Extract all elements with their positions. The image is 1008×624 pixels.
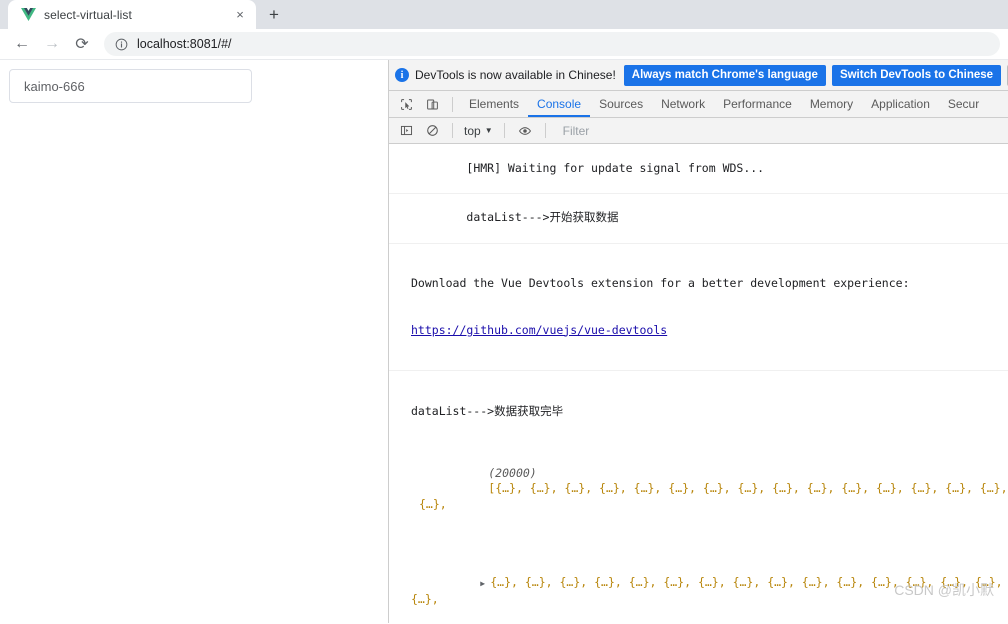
console-message-hmr: [HMR] Waiting for update signal from WDS… <box>389 144 1008 194</box>
array-preview-row-2: {…}, {…}, {…}, {…}, {…}, {…}, {…}, {…}, … <box>411 575 1003 606</box>
console-context-selector[interactable]: top ▼ <box>460 124 497 138</box>
web-page-content <box>0 60 389 623</box>
devtools-tab-network[interactable]: Network <box>652 91 714 117</box>
browser-chrome: select-virtual-list × + ← → ⟳ localhost:… <box>0 0 1008 60</box>
console-message-list[interactable]: [HMR] Waiting for update signal from WDS… <box>389 144 1008 623</box>
devtools-panel: i DevTools is now available in Chinese! … <box>389 60 1008 623</box>
devtools-tab-elements[interactable]: Elements <box>460 91 528 117</box>
toolbar-divider <box>452 96 453 112</box>
browser-toolbar: ← → ⟳ localhost:8081/#/ <box>0 29 1008 60</box>
back-button[interactable]: ← <box>8 30 36 58</box>
console-message-datalist-done: dataList--->数据获取完毕 (20000) [{…}, {…}, {…… <box>389 371 1008 623</box>
devtools-tab-performance[interactable]: Performance <box>714 91 801 117</box>
vue-logo-icon <box>20 7 36 23</box>
info-circle-icon[interactable] <box>114 37 128 51</box>
always-match-chrome-language-button[interactable]: Always match Chrome's language <box>623 64 826 86</box>
clear-console-icon[interactable] <box>419 119 445 143</box>
virtual-list-select-input[interactable] <box>9 69 252 103</box>
console-message-vue-devtools: Download the Vue Devtools extension for … <box>389 244 1008 372</box>
console-sidebar-icon[interactable] <box>393 119 419 143</box>
array-preview-row-1: {…}, {…}, {…}, {…}, {…}, {…}, {…}, {…}, … <box>419 481 1008 512</box>
hmr-text: [HMR] Waiting for update signal from WDS… <box>466 160 765 175</box>
console-filter-input[interactable] <box>552 120 1008 141</box>
devtools-language-banner: i DevTools is now available in Chinese! … <box>389 60 1008 91</box>
array-length-badge: (20000) <box>488 465 537 480</box>
console-toolbar: top ▼ <box>389 118 1008 144</box>
datalist-start-text: dataList--->开始获取数据 <box>466 210 619 225</box>
new-tab-button[interactable]: + <box>260 1 288 29</box>
browser-tab-select-virtual-list[interactable]: select-virtual-list × <box>8 0 256 29</box>
inspect-element-icon[interactable] <box>393 92 419 116</box>
switch-devtools-to-chinese-button[interactable]: Switch DevTools to Chinese <box>831 64 1002 86</box>
address-bar-url: localhost:8081/#/ <box>137 37 232 51</box>
devtools-tab-console[interactable]: Console <box>528 91 590 117</box>
tab-strip: select-virtual-list × + <box>0 0 1008 29</box>
live-expression-icon[interactable] <box>512 119 538 143</box>
console-message-datalist-start: dataList--->开始获取数据 <box>389 194 1008 244</box>
devtools-tab-security[interactable]: Secur <box>939 91 988 117</box>
vue-devtools-text: Download the Vue Devtools extension for … <box>411 275 910 290</box>
devtools-tab-memory[interactable]: Memory <box>801 91 862 117</box>
console-toolbar-divider-1 <box>452 123 453 138</box>
vue-devtools-link[interactable]: https://github.com/vuejs/vue-devtools <box>411 323 667 337</box>
browser-tab-title: select-virtual-list <box>44 7 132 22</box>
close-tab-icon[interactable]: × <box>232 7 248 23</box>
reload-button[interactable]: ⟳ <box>68 30 96 58</box>
console-context-label: top <box>464 123 481 138</box>
chevron-down-icon: ▼ <box>484 126 493 135</box>
info-icon: i <box>395 68 409 82</box>
devtools-tab-application[interactable]: Application <box>862 91 939 117</box>
console-toolbar-divider-3 <box>544 123 546 138</box>
language-banner-message: DevTools is now available in Chinese! <box>415 68 616 82</box>
address-bar[interactable]: localhost:8081/#/ <box>104 32 1000 56</box>
datalist-done-text: dataList--->数据获取完毕 <box>411 403 564 418</box>
devtools-tab-sources[interactable]: Sources <box>590 91 652 117</box>
devtools-tab-bar: Elements Console Sources Network Perform… <box>389 91 1008 118</box>
viewport: i DevTools is now available in Chinese! … <box>0 60 1008 623</box>
forward-button[interactable]: → <box>38 30 66 58</box>
expand-array-arrow[interactable]: ▶ <box>480 576 490 592</box>
device-toolbar-icon[interactable] <box>419 92 445 116</box>
console-toolbar-divider-2 <box>503 123 505 138</box>
